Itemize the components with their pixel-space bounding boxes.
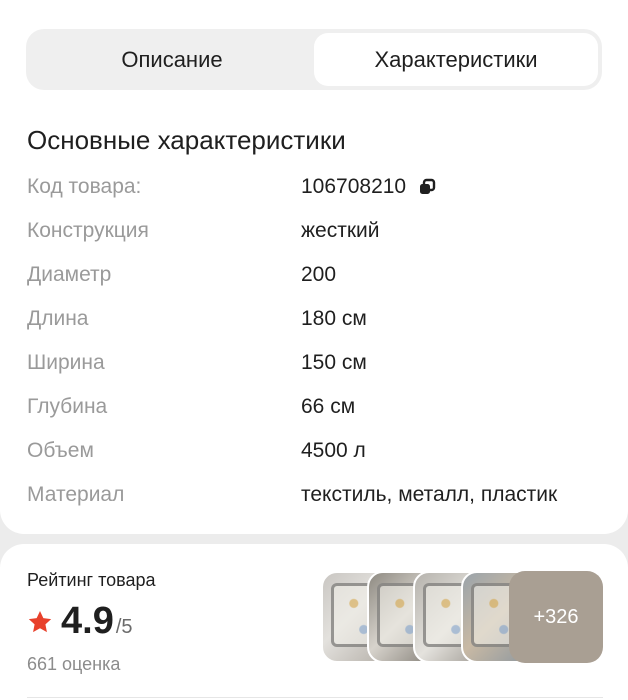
tab-description[interactable]: Описание <box>30 33 314 86</box>
spec-key: Глубина <box>27 395 108 418</box>
spec-row-volume: Объем 4500 л <box>27 429 607 473</box>
tab-switcher: Описание Характеристики <box>26 29 602 90</box>
spec-row-depth: Глубина 66 см <box>27 385 607 429</box>
spec-key: Материал <box>27 483 125 506</box>
rating-max: /5 <box>115 616 133 638</box>
rating-value: 4.9 <box>61 600 114 642</box>
spec-value: 4500 л <box>301 439 366 462</box>
spec-key: Конструкция <box>27 219 149 242</box>
spec-value: 150 см <box>301 351 367 374</box>
star-icon <box>28 610 52 632</box>
product-code: 106708210 <box>301 175 407 198</box>
spec-row-length: Длина 180 см <box>27 297 607 341</box>
tab-characteristics[interactable]: Характеристики <box>314 33 598 86</box>
review-photos: +326 <box>321 571 603 663</box>
spec-row-construction: Конструкция жесткий <box>27 209 607 253</box>
spec-value: 180 см <box>301 307 367 330</box>
more-photos-button[interactable]: +326 <box>509 571 603 663</box>
product-info-card: Описание Характеристики Основные характе… <box>0 0 628 534</box>
spec-value: 200 <box>301 263 337 286</box>
spec-key: Ширина <box>27 351 105 374</box>
rating-summary: 4.9 /5 <box>27 600 133 643</box>
rating-count: 661 оценка <box>27 654 121 674</box>
spec-key: Диаметр <box>27 263 112 286</box>
spec-row-code: Код товара: 106708210 <box>27 165 607 209</box>
spec-key: Код товара: <box>27 175 142 198</box>
spec-value: 106708210 <box>301 175 436 199</box>
spec-row-material: Материал текстиль, металл, пластик <box>27 473 607 517</box>
spec-value: текстиль, металл, пластик <box>301 483 558 506</box>
section-title: Основные характеристики <box>27 125 346 155</box>
spec-list: Код товара: 106708210 Конструкция жестки… <box>27 165 607 517</box>
spec-key: Объем <box>27 439 94 462</box>
spec-value: жесткий <box>301 219 380 242</box>
spec-key: Длина <box>27 307 89 330</box>
spec-row-width: Ширина 150 см <box>27 341 607 385</box>
divider <box>27 697 603 698</box>
copy-icon[interactable] <box>418 178 436 196</box>
spec-row-diameter: Диаметр 200 <box>27 253 607 297</box>
spec-value: 66 см <box>301 395 356 418</box>
rating-title: Рейтинг товара <box>27 570 156 590</box>
